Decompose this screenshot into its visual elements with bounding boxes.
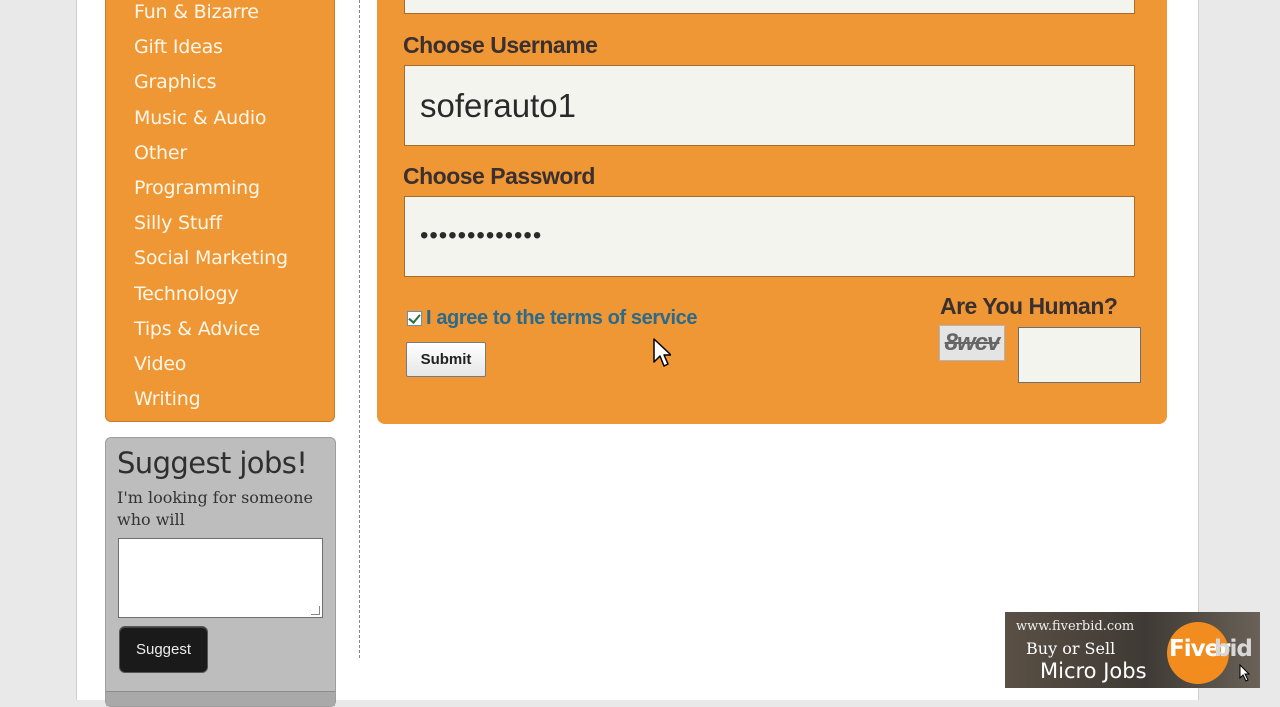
ad-logo-text-bid: bid bbox=[1214, 636, 1253, 662]
category-panel: Fun & Bizarre Gift Ideas Graphics Music … bbox=[105, 0, 335, 422]
category-link-programming[interactable]: Programming bbox=[134, 173, 288, 208]
ad-headline: Micro Jobs bbox=[1040, 659, 1147, 683]
category-link-gift-ideas[interactable]: Gift Ideas bbox=[134, 32, 288, 67]
suggest-footer-strip bbox=[106, 691, 335, 706]
suggest-subtitle: I'm looking for someone who will bbox=[117, 488, 313, 529]
resize-grip-icon[interactable] bbox=[311, 606, 320, 615]
terms-agreement: I agree to the terms of service bbox=[407, 307, 697, 330]
suggest-textarea[interactable] bbox=[118, 538, 323, 618]
category-link-tips-advice[interactable]: Tips & Advice bbox=[134, 314, 288, 349]
username-input[interactable]: soferauto1 bbox=[404, 65, 1135, 146]
captcha-input[interactable] bbox=[1018, 327, 1141, 383]
mouse-cursor-icon bbox=[653, 338, 671, 367]
category-link-social-marketing[interactable]: Social Marketing bbox=[134, 243, 288, 278]
terms-checkbox[interactable] bbox=[407, 311, 422, 326]
category-link-writing[interactable]: Writing bbox=[134, 384, 288, 419]
signup-form: Choose Username soferauto1 Choose Passwo… bbox=[377, 0, 1167, 424]
previous-field-input[interactable] bbox=[404, 0, 1135, 14]
suggest-title: Suggest jobs! bbox=[117, 446, 308, 480]
category-link-graphics[interactable]: Graphics bbox=[134, 67, 288, 102]
terms-link[interactable]: I agree to the terms of service bbox=[426, 307, 697, 330]
password-label: Choose Password bbox=[403, 163, 595, 189]
category-link-other[interactable]: Other bbox=[134, 138, 288, 173]
suggest-jobs-panel: Suggest jobs! I'm looking for someone wh… bbox=[105, 437, 336, 707]
suggest-button[interactable]: Suggest bbox=[119, 626, 208, 673]
username-label: Choose Username bbox=[403, 32, 598, 58]
captcha-label: Are You Human? bbox=[940, 293, 1118, 319]
ad-tagline: Buy or Sell bbox=[1026, 639, 1116, 658]
ad-pointer-icon bbox=[1239, 664, 1251, 682]
category-link-fun-bizarre[interactable]: Fun & Bizarre bbox=[134, 0, 288, 32]
captcha-image: 8wcv bbox=[939, 325, 1005, 361]
category-link-video[interactable]: Video bbox=[134, 349, 288, 384]
dashed-divider bbox=[359, 0, 360, 658]
category-link-technology[interactable]: Technology bbox=[134, 279, 288, 314]
password-input[interactable]: ••••••••••••• bbox=[404, 196, 1135, 277]
submit-button[interactable]: Submit bbox=[406, 342, 486, 377]
category-link-silly-stuff[interactable]: Silly Stuff bbox=[134, 208, 288, 243]
category-link-music-audio[interactable]: Music & Audio bbox=[134, 103, 288, 138]
category-list: Fun & Bizarre Gift Ideas Graphics Music … bbox=[134, 0, 288, 419]
ad-url: www.fiverbid.com bbox=[1016, 619, 1135, 634]
fiverbid-ad-banner[interactable]: www.fiverbid.com Buy or Sell Micro Jobs … bbox=[1005, 612, 1260, 688]
